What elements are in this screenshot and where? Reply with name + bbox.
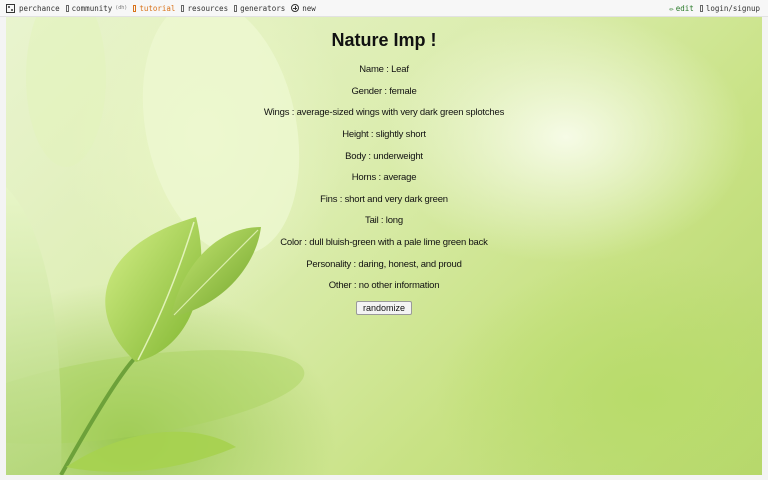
login-label: login/signup [705,3,760,13]
nav-perchance[interactable]: perchance [6,3,60,13]
user-icon [699,4,703,12]
nav-tutorial-label: tutorial [139,3,176,13]
field-wings: Wings : average-sized wings with very da… [263,107,505,118]
field-personality: Personality : daring, honest, and proud [306,259,462,270]
tutorial-icon [133,4,137,12]
nav-generators-label: generators [240,3,286,13]
community-badge: (dh) [115,5,128,11]
top-nav-bar: perchance community (dh) tutorial resour… [0,0,768,17]
pencil-icon: ✏ [669,3,674,13]
community-icon [65,4,69,12]
page-title: Nature Imp ! [331,30,437,50]
nav-resources[interactable]: resources [181,4,228,13]
resources-icon [181,4,185,12]
nav-tutorial[interactable]: tutorial [133,4,175,13]
field-gender: Gender : female [351,86,417,97]
nav-new-label: new [302,3,316,13]
nav-perchance-label: perchance [19,3,60,13]
nav-community[interactable]: community (dh) [65,3,128,13]
dice-icon [6,3,15,13]
field-fins: Fins : short and very dark green [320,194,448,205]
plus-circle-icon [291,4,300,12]
edit-label: edit [675,3,694,13]
field-other: Other : no other information [328,280,440,291]
field-tail: Tail : long [365,215,403,226]
nav-generators[interactable]: generators [234,4,285,13]
nav-resources-label: resources [187,3,229,13]
login-link[interactable]: login/signup [699,3,760,13]
nav-new[interactable]: new [291,4,316,13]
generators-icon [234,4,238,12]
randomize-button[interactable]: randomize [356,301,412,315]
edit-link[interactable]: ✏ edit [669,4,694,13]
field-color: Color : dull bluish-green with a pale li… [280,237,488,248]
field-horns: Horns : average [351,172,417,183]
generator-frame: Nature Imp ! Name : Leaf Gender : female… [6,17,762,475]
field-name: Name : Leaf [359,64,409,75]
field-body: Body : underweight [345,151,423,162]
field-height: Height : slightly short [342,129,426,140]
nav-community-label: community [71,3,113,13]
